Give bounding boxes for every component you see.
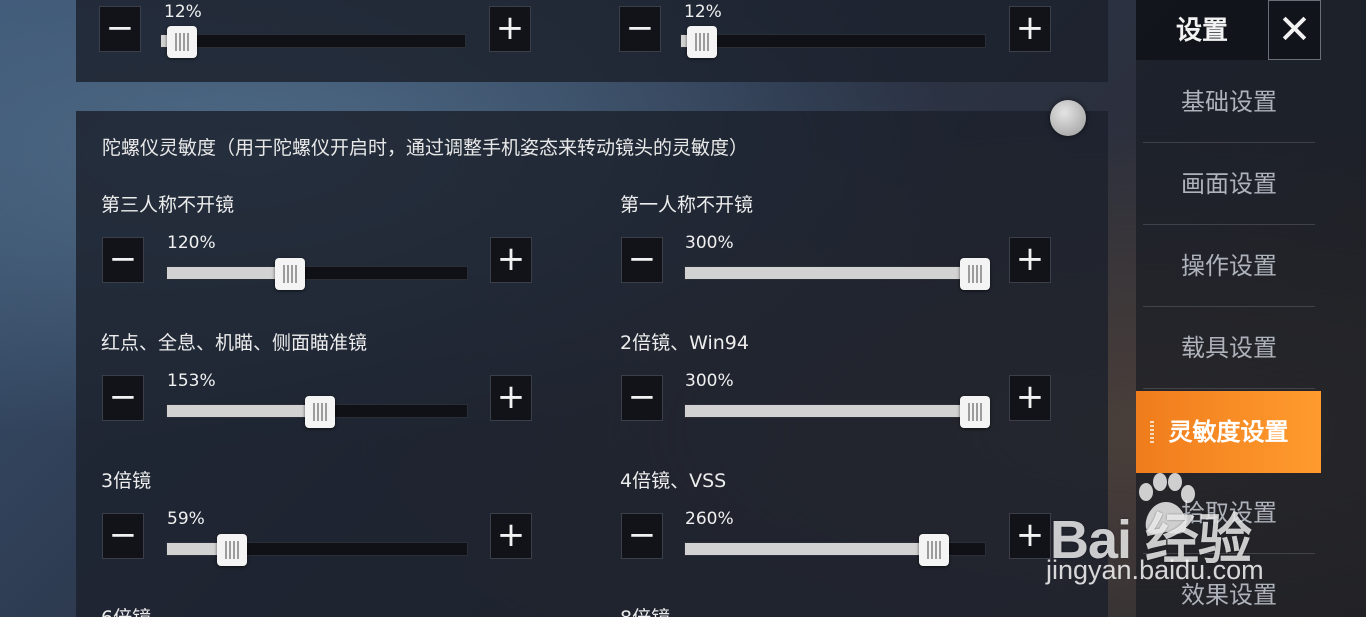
slider-thumb[interactable] — [687, 26, 718, 58]
increase-button[interactable]: + — [1009, 513, 1051, 559]
slider-value: 300% — [685, 233, 734, 253]
slider-value: 300% — [685, 371, 734, 391]
scroll-knob[interactable] — [1050, 100, 1086, 136]
decrease-button[interactable]: − — [621, 237, 663, 283]
slider-fill — [685, 267, 975, 279]
row-label: 红点、全息、机瞄、侧面瞄准镜 — [101, 332, 368, 354]
row-label: 2倍镜、Win94 — [620, 332, 749, 354]
slider-value: 12% — [164, 2, 202, 22]
slider-thumb[interactable] — [304, 396, 335, 428]
slider-fill — [685, 543, 934, 555]
decrease-button[interactable]: − — [621, 513, 663, 559]
slider-thumb[interactable] — [167, 26, 198, 58]
row-label: 第一人称不开镜 — [620, 194, 754, 216]
increase-button[interactable]: + — [490, 513, 532, 559]
row-label: 第三人称不开镜 — [101, 194, 235, 216]
slider-thumb[interactable] — [960, 396, 990, 428]
slider-value: 260% — [685, 509, 734, 529]
decrease-button[interactable]: − — [102, 237, 144, 283]
sensitivity-slider[interactable] — [684, 258, 990, 290]
row-label: 4倍镜、VSS — [620, 470, 727, 492]
slider-fill — [167, 267, 290, 279]
row-label: 6倍镜 — [101, 603, 151, 617]
close-button[interactable]: ✕ — [1268, 0, 1321, 60]
increase-button[interactable]: + — [1009, 237, 1051, 283]
row-label: 8倍镜 — [620, 603, 670, 617]
sensitivity-slider[interactable] — [680, 26, 986, 58]
section-title: 陀螺仪灵敏度（用于陀螺仪开启时，通过调整手机姿态来转动镜头的灵敏度） — [102, 137, 749, 159]
slider-value: 12% — [684, 2, 722, 22]
decrease-button[interactable]: − — [621, 375, 663, 421]
increase-button[interactable]: + — [490, 375, 532, 421]
sensitivity-slider[interactable] — [160, 26, 466, 58]
settings-title: 设置 — [1136, 0, 1268, 60]
slider-thumb[interactable] — [217, 534, 248, 566]
decrease-button[interactable]: − — [619, 6, 661, 52]
sensitivity-slider[interactable] — [684, 396, 990, 428]
sensitivity-slider[interactable] — [166, 396, 468, 428]
nav-controls-settings[interactable]: 操作设置 — [1143, 225, 1315, 307]
slider-thumb[interactable] — [274, 258, 305, 290]
nav-vehicle-settings[interactable]: 载具设置 — [1143, 307, 1315, 389]
increase-button[interactable]: + — [489, 6, 531, 52]
increase-button[interactable]: + — [490, 237, 532, 283]
watermark-url: jingyan.baidu.com — [1046, 555, 1264, 585]
sensitivity-slider[interactable] — [166, 258, 468, 290]
decrease-button[interactable]: − — [102, 375, 144, 421]
increase-button[interactable]: + — [1009, 375, 1051, 421]
slider-thumb[interactable] — [960, 258, 990, 290]
decrease-button[interactable]: − — [102, 513, 144, 559]
row-label: 3倍镜 — [101, 470, 152, 492]
close-icon: ✕ — [1277, 7, 1312, 53]
slider-value: 120% — [167, 233, 216, 253]
sensitivity-slider[interactable] — [166, 534, 468, 566]
nav-basic-settings[interactable]: 基础设置 — [1143, 61, 1315, 143]
slider-value: 59% — [167, 509, 205, 529]
slider-fill — [167, 405, 320, 417]
decrease-button[interactable]: − — [99, 6, 141, 52]
sensitivity-slider[interactable] — [684, 534, 986, 566]
slider-thumb[interactable] — [918, 534, 949, 566]
slider-fill — [685, 405, 975, 417]
nav-sensitivity-settings[interactable]: 灵敏度设置 — [1136, 391, 1321, 473]
nav-graphics-settings[interactable]: 画面设置 — [1143, 143, 1315, 225]
slider-value: 153% — [167, 371, 216, 391]
increase-button[interactable]: + — [1009, 6, 1051, 52]
